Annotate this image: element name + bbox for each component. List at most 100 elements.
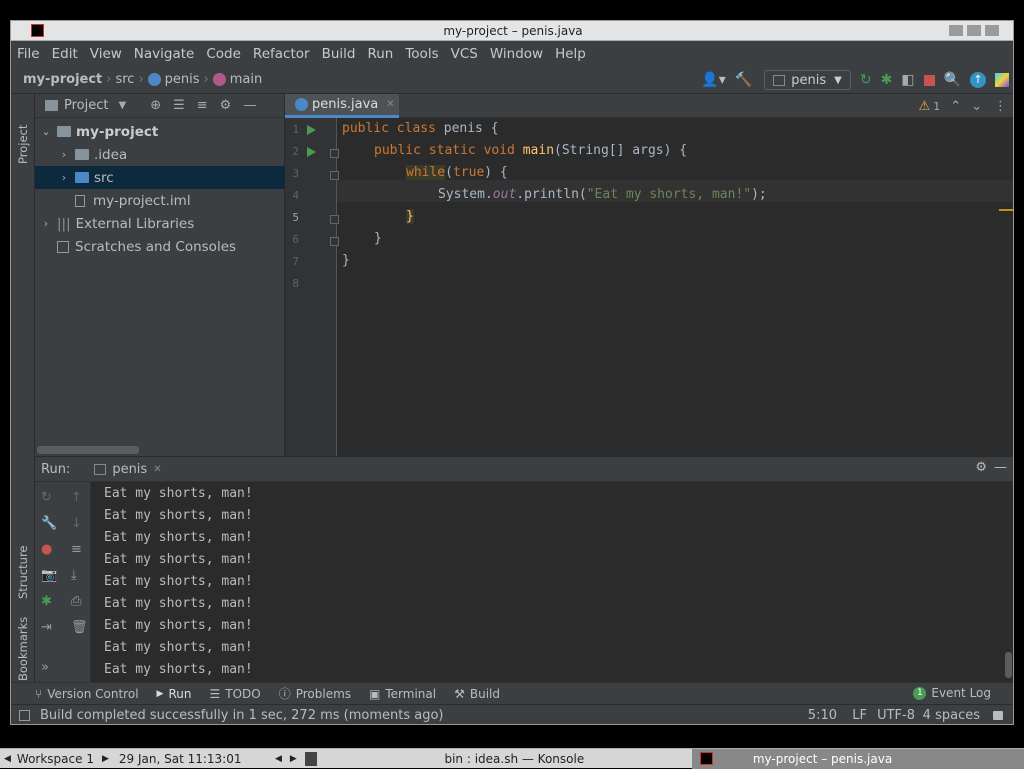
code-line-1[interactable]: public class penis { — [342, 118, 499, 140]
caret-position[interactable]: 5:10 — [808, 708, 837, 723]
tree-root[interactable]: ⌄ my-project — [35, 120, 285, 143]
more-icon[interactable]: » — [41, 660, 49, 675]
code-line-2[interactable]: public static void main(String[] args) { — [374, 140, 687, 162]
chevron-down-icon[interactable]: ▼ — [118, 100, 126, 111]
gear-icon[interactable]: ⚙ — [220, 98, 232, 113]
stop-icon[interactable]: ● — [41, 542, 52, 557]
hide-icon[interactable]: — — [243, 98, 256, 113]
next-window-icon[interactable]: ▶ — [290, 754, 297, 764]
tool-windows-icon[interactable] — [19, 710, 30, 721]
rerun-icon[interactable]: ↻ — [860, 72, 872, 88]
code-line-5[interactable]: } — [406, 206, 414, 228]
code-line-7[interactable]: } — [342, 250, 350, 272]
coverage-icon[interactable]: ◧ — [901, 72, 914, 88]
rerun-icon[interactable]: ↻ — [41, 490, 52, 505]
bookmarks-tool-tab[interactable]: Bookmarks — [16, 617, 30, 681]
breadcrumb-src[interactable]: src — [115, 72, 134, 87]
exit-icon[interactable]: ⇥ — [41, 620, 52, 635]
horizontal-scrollbar[interactable] — [37, 446, 139, 454]
menu-view[interactable]: View — [90, 46, 122, 62]
tree-item-iml[interactable]: my-project.iml — [35, 189, 285, 212]
previous-workspace-icon[interactable]: ◀ — [4, 754, 11, 764]
tree-item-scratches[interactable]: Scratches and Consoles — [35, 235, 285, 258]
run-class-icon[interactable] — [307, 125, 316, 135]
code-line-6[interactable]: } — [374, 228, 382, 250]
menu-refactor[interactable]: Refactor — [253, 46, 310, 62]
run-tab-penis[interactable]: penis ✕ — [88, 462, 167, 477]
terminal-tab[interactable]: ▣ Terminal — [369, 687, 436, 701]
window-list-icon[interactable] — [304, 751, 317, 766]
jetbrains-toolbox-icon[interactable] — [995, 73, 1009, 87]
close-tab-icon[interactable]: ✕ — [386, 99, 394, 110]
previous-highlight-icon[interactable]: ⌃ — [950, 99, 961, 114]
user-icon[interactable]: 👤▾ — [701, 72, 725, 88]
code-line-4[interactable]: System.out.println("Eat my shorts, man!"… — [438, 184, 767, 206]
menu-vcs[interactable]: VCS — [451, 46, 478, 62]
more-options-icon[interactable]: ⋮ — [994, 99, 1007, 114]
fold-marker-icon[interactable] — [330, 149, 339, 158]
build-tab[interactable]: ⚒ Build — [454, 687, 500, 701]
collapse-all-icon[interactable]: ≡ — [197, 98, 208, 113]
close-button[interactable] — [985, 25, 999, 36]
expand-all-icon[interactable]: ☰ — [173, 98, 185, 113]
fold-marker-icon[interactable] — [330, 171, 339, 180]
locate-icon[interactable]: ⊕ — [150, 98, 161, 113]
tab-penis-java[interactable]: penis.java ✕ — [285, 94, 399, 118]
menu-edit[interactable]: Edit — [52, 46, 78, 62]
project-tool-tab[interactable]: Project — [16, 125, 30, 164]
debug-bug-icon[interactable]: ✱ — [881, 72, 893, 88]
tree-item-external-libraries[interactable]: › ||| External Libraries — [35, 212, 285, 235]
warning-icon[interactable]: ⚠ — [919, 99, 931, 114]
menu-file[interactable]: File — [17, 46, 40, 62]
scroll-down-icon[interactable]: ↓ — [71, 516, 82, 531]
next-highlight-icon[interactable]: ⌄ — [971, 99, 982, 114]
project-view-select[interactable]: Project — [64, 98, 108, 113]
maximize-button[interactable] — [967, 25, 981, 36]
structure-tool-tab[interactable]: Structure — [16, 546, 30, 600]
print-icon[interactable]: ⎙ — [71, 594, 81, 609]
tree-item-idea[interactable]: › .idea — [35, 143, 285, 166]
problems-tab[interactable]: ⓘ Problems — [279, 685, 351, 702]
run-main-icon[interactable] — [307, 147, 316, 157]
wrench-icon[interactable]: 🔧 — [41, 516, 57, 531]
scroll-up-icon[interactable]: ↑ — [71, 490, 82, 505]
vertical-scrollbar[interactable] — [1005, 652, 1012, 678]
fold-marker-icon[interactable] — [330, 237, 339, 246]
menu-window[interactable]: Window — [490, 46, 543, 62]
breadcrumb-class[interactable]: penis — [165, 72, 200, 87]
minimize-button[interactable] — [949, 25, 963, 36]
camera-icon[interactable]: 📷 — [41, 568, 57, 583]
menu-help[interactable]: Help — [555, 46, 586, 62]
taskbar-konsole[interactable]: bin : idea.sh — Konsole — [337, 749, 692, 769]
close-tab-icon[interactable]: ✕ — [153, 464, 161, 475]
soft-wrap-icon[interactable]: ≡ — [71, 542, 82, 557]
menu-navigate[interactable]: Navigate — [134, 46, 195, 62]
run-tab[interactable]: ▶ Run — [157, 687, 192, 701]
breadcrumb-method[interactable]: main — [230, 72, 262, 87]
menu-run[interactable]: Run — [367, 46, 393, 62]
update-icon[interactable]: ↑ — [970, 72, 986, 88]
status-message[interactable]: Build completed successfully in 1 sec, 2… — [40, 708, 444, 723]
build-hammer-icon[interactable]: 🔨 — [735, 72, 752, 88]
tree-item-src[interactable]: › src — [35, 166, 285, 189]
scroll-to-end-icon[interactable]: ⤓ — [71, 568, 77, 583]
debug-icon[interactable]: ✱ — [41, 594, 52, 609]
stop-icon[interactable] — [923, 74, 935, 86]
workspace-switcher[interactable]: ◀ Workspace 1 ▶ 29 Jan, Sat 11:13:01 — [0, 749, 275, 769]
version-control-tab[interactable]: ⑂ Version Control — [35, 687, 139, 701]
error-stripe-marker[interactable] — [999, 209, 1013, 211]
event-log-tab[interactable]: 1 Event Log — [913, 686, 991, 700]
indent-setting[interactable]: 4 spaces — [923, 708, 980, 723]
fold-marker-icon[interactable] — [330, 215, 339, 224]
todo-tab[interactable]: ☰ TODO — [209, 687, 260, 701]
code-line-3[interactable]: while(true) { — [406, 162, 508, 184]
line-separator[interactable]: LF — [852, 708, 867, 723]
menu-tools[interactable]: Tools — [405, 46, 438, 62]
lock-icon[interactable] — [993, 711, 1003, 720]
menu-build[interactable]: Build — [322, 46, 356, 62]
breadcrumb-project[interactable]: my-project — [23, 72, 102, 87]
trash-icon[interactable]: 🗑 — [71, 620, 88, 635]
next-workspace-icon[interactable]: ▶ — [102, 754, 109, 764]
run-configuration-select[interactable]: penis ▼ — [764, 70, 851, 90]
menu-code[interactable]: Code — [206, 46, 241, 62]
